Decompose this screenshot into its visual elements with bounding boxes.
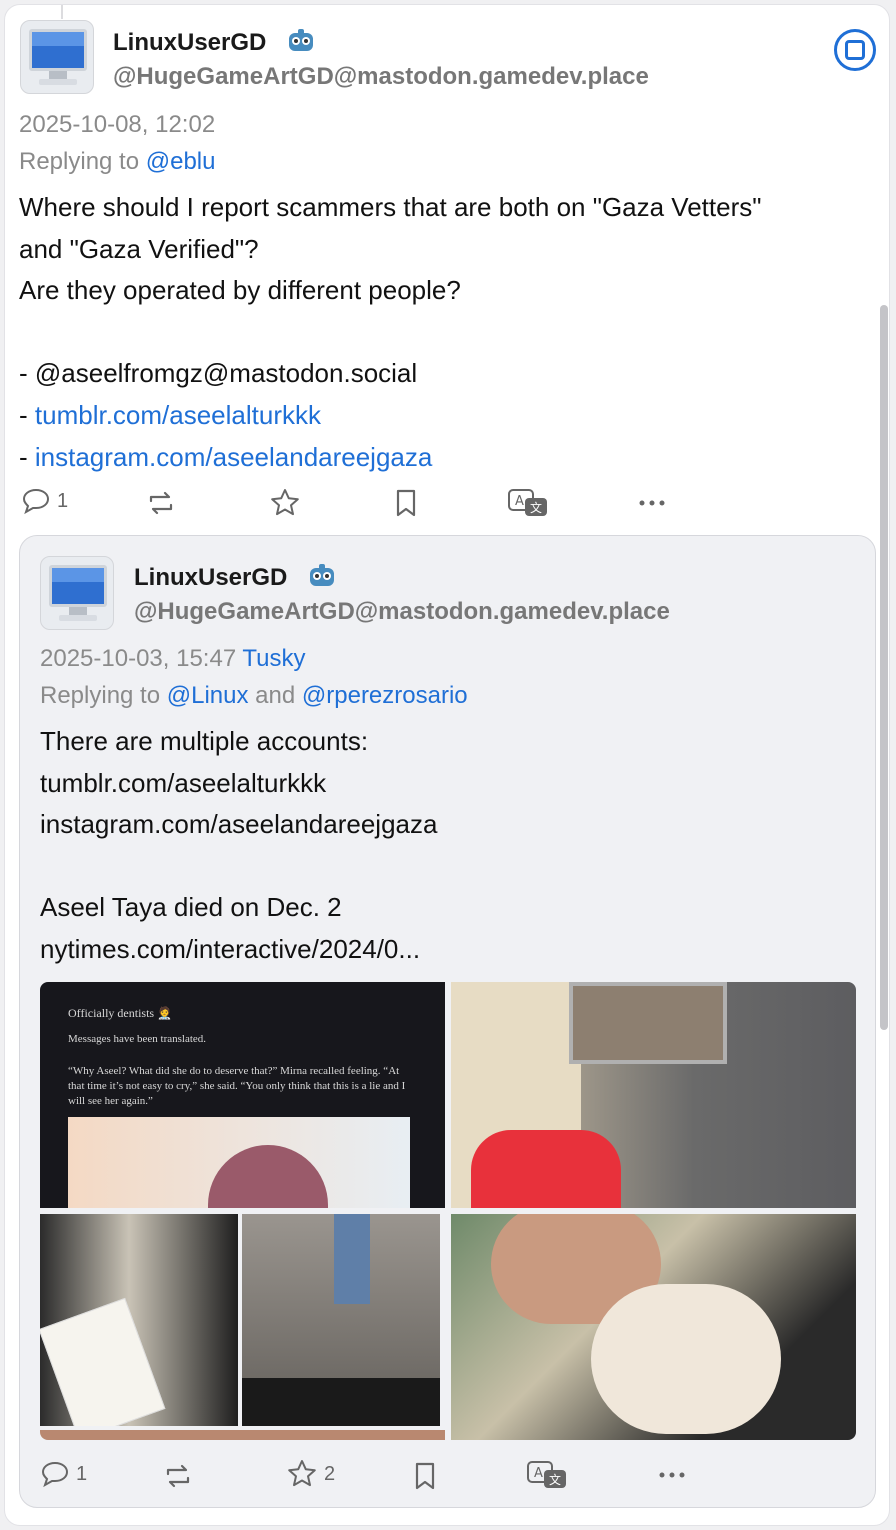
client-link[interactable]: Tusky — [242, 645, 305, 672]
svg-text:文: 文 — [530, 500, 542, 515]
svg-text:文: 文 — [549, 1472, 561, 1487]
post-text-line: and "Gaza Verified"? — [19, 234, 259, 264]
media-photo-rubble[interactable] — [242, 1214, 440, 1426]
avatar[interactable] — [20, 20, 94, 94]
quote-reply-info: Replying to @Linux and @rperezrosario — [40, 682, 468, 710]
quote-bookmark-button[interactable] — [414, 1462, 436, 1490]
reply-count: 1 — [57, 489, 69, 512]
instagram-link[interactable]: instagram.com/aseelandareejgaza — [35, 442, 432, 472]
quote-handle[interactable]: @HugeGameArtGD@mastodon.gamedev.place — [134, 598, 670, 626]
svg-text:A: A — [515, 494, 524, 509]
reply-and: and — [255, 682, 296, 709]
boost-icon — [166, 1464, 190, 1488]
quote-boost-button[interactable] — [162, 1462, 194, 1490]
media-title: Officially dentists 🧑‍⚕️ — [68, 1006, 173, 1020]
translate-icon: A文 — [508, 489, 547, 516]
scrollbar[interactable] — [880, 305, 888, 1030]
quote-reply-count: 1 — [76, 1462, 88, 1485]
post-text-line: - @aseelfromgz@mastodon.social — [19, 358, 418, 388]
media-note: Messages have been translated. — [68, 1033, 207, 1045]
translate-icon: A文 — [527, 1461, 566, 1488]
reply-mention[interactable]: @eblu — [146, 148, 216, 175]
post-link-line: - instagram.com/aseelandareejgaza — [19, 442, 432, 473]
more-button[interactable] — [638, 493, 666, 513]
reply-info: Replying to @eblu — [19, 148, 216, 176]
quote-meta: 2025-10-03, 15:47 Tusky — [40, 645, 306, 673]
quote-favourite-count: 2 — [324, 1462, 336, 1485]
more-icon — [639, 500, 665, 506]
media-quote-line: “Why Aseel? What did she do to deserve t… — [68, 1065, 400, 1077]
quote-display-name[interactable]: LinuxUserGD — [134, 564, 287, 592]
bookmark-button[interactable] — [395, 489, 417, 517]
quote-text-line: There are multiple accounts: — [40, 726, 369, 756]
reply-prefix: Replying to — [19, 148, 140, 175]
media-photo — [68, 1117, 410, 1208]
media-screenshot[interactable]: Officially dentists 🧑‍⚕️ Messages have b… — [40, 982, 445, 1208]
media-photo-book[interactable] — [40, 1214, 238, 1426]
quote-text-line: Aseel Taya died on Dec. 2 — [40, 892, 342, 922]
post-link-line: - tumblr.com/aseelalturkkk — [19, 400, 321, 431]
quote-favourite-button[interactable]: 2 — [286, 1458, 335, 1490]
quote-instagram-link[interactable]: instagram.com/aseelandareejgaza — [40, 809, 437, 840]
media-quote-line: will see her again.” — [68, 1095, 153, 1107]
favourite-icon — [288, 1460, 316, 1487]
media-photo-basket[interactable] — [451, 982, 856, 1208]
account-handle[interactable]: @HugeGameArtGD@mastodon.gamedev.place — [113, 63, 649, 91]
favourite-icon — [271, 489, 299, 516]
favourite-button[interactable] — [269, 487, 301, 519]
reply-icon — [22, 488, 50, 515]
reply-mention-linux[interactable]: @Linux — [167, 682, 249, 709]
quote-tumblr-link[interactable]: tumblr.com/aseelalturkkk — [40, 768, 326, 799]
quote-translate-button[interactable]: A文 — [526, 1460, 570, 1492]
media-photo-cat[interactable] — [451, 1214, 856, 1440]
bot-icon — [289, 29, 313, 51]
reply-mention-rperezrosario[interactable]: @rperezrosario — [302, 682, 468, 709]
list-dash: - — [19, 442, 35, 472]
post-text-line: Where should I report scammers that are … — [19, 192, 762, 222]
post-text-line: Are they operated by different people? — [19, 275, 461, 305]
menu-icon[interactable] — [834, 29, 876, 71]
reply-prefix: Replying to — [40, 682, 161, 709]
quote-timestamp[interactable]: 2025-10-03, 15:47 — [40, 645, 236, 672]
bot-icon — [310, 564, 334, 586]
reply-icon — [41, 1461, 69, 1488]
boost-button[interactable] — [145, 489, 177, 517]
display-name[interactable]: LinuxUserGD — [113, 29, 266, 57]
boost-icon — [149, 491, 173, 515]
quote-avatar[interactable] — [40, 556, 114, 630]
media-quote-line: that time it’s not easy to cry,” she sai… — [68, 1080, 406, 1092]
quote-more-button[interactable] — [658, 1465, 686, 1485]
list-dash: - — [19, 400, 35, 430]
media-photo-strip — [40, 1430, 445, 1440]
reply-button[interactable]: 1 — [21, 487, 68, 515]
svg-text:A: A — [534, 1466, 543, 1481]
nytimes-link[interactable]: nytimes.com/interactive/2024/0... — [40, 934, 420, 965]
bookmark-icon — [415, 1462, 435, 1490]
more-icon — [659, 1472, 685, 1478]
thread-line — [61, 5, 63, 19]
quoted-post[interactable]: LinuxUserGD @HugeGameArtGD@mastodon.game… — [19, 535, 876, 1508]
bookmark-icon — [396, 489, 416, 517]
post-timestamp[interactable]: 2025-10-08, 12:02 — [19, 111, 215, 139]
translate-button[interactable]: A文 — [507, 488, 551, 520]
tumblr-link[interactable]: tumblr.com/aseelalturkkk — [35, 400, 321, 430]
quote-reply-button[interactable]: 1 — [40, 1460, 87, 1488]
